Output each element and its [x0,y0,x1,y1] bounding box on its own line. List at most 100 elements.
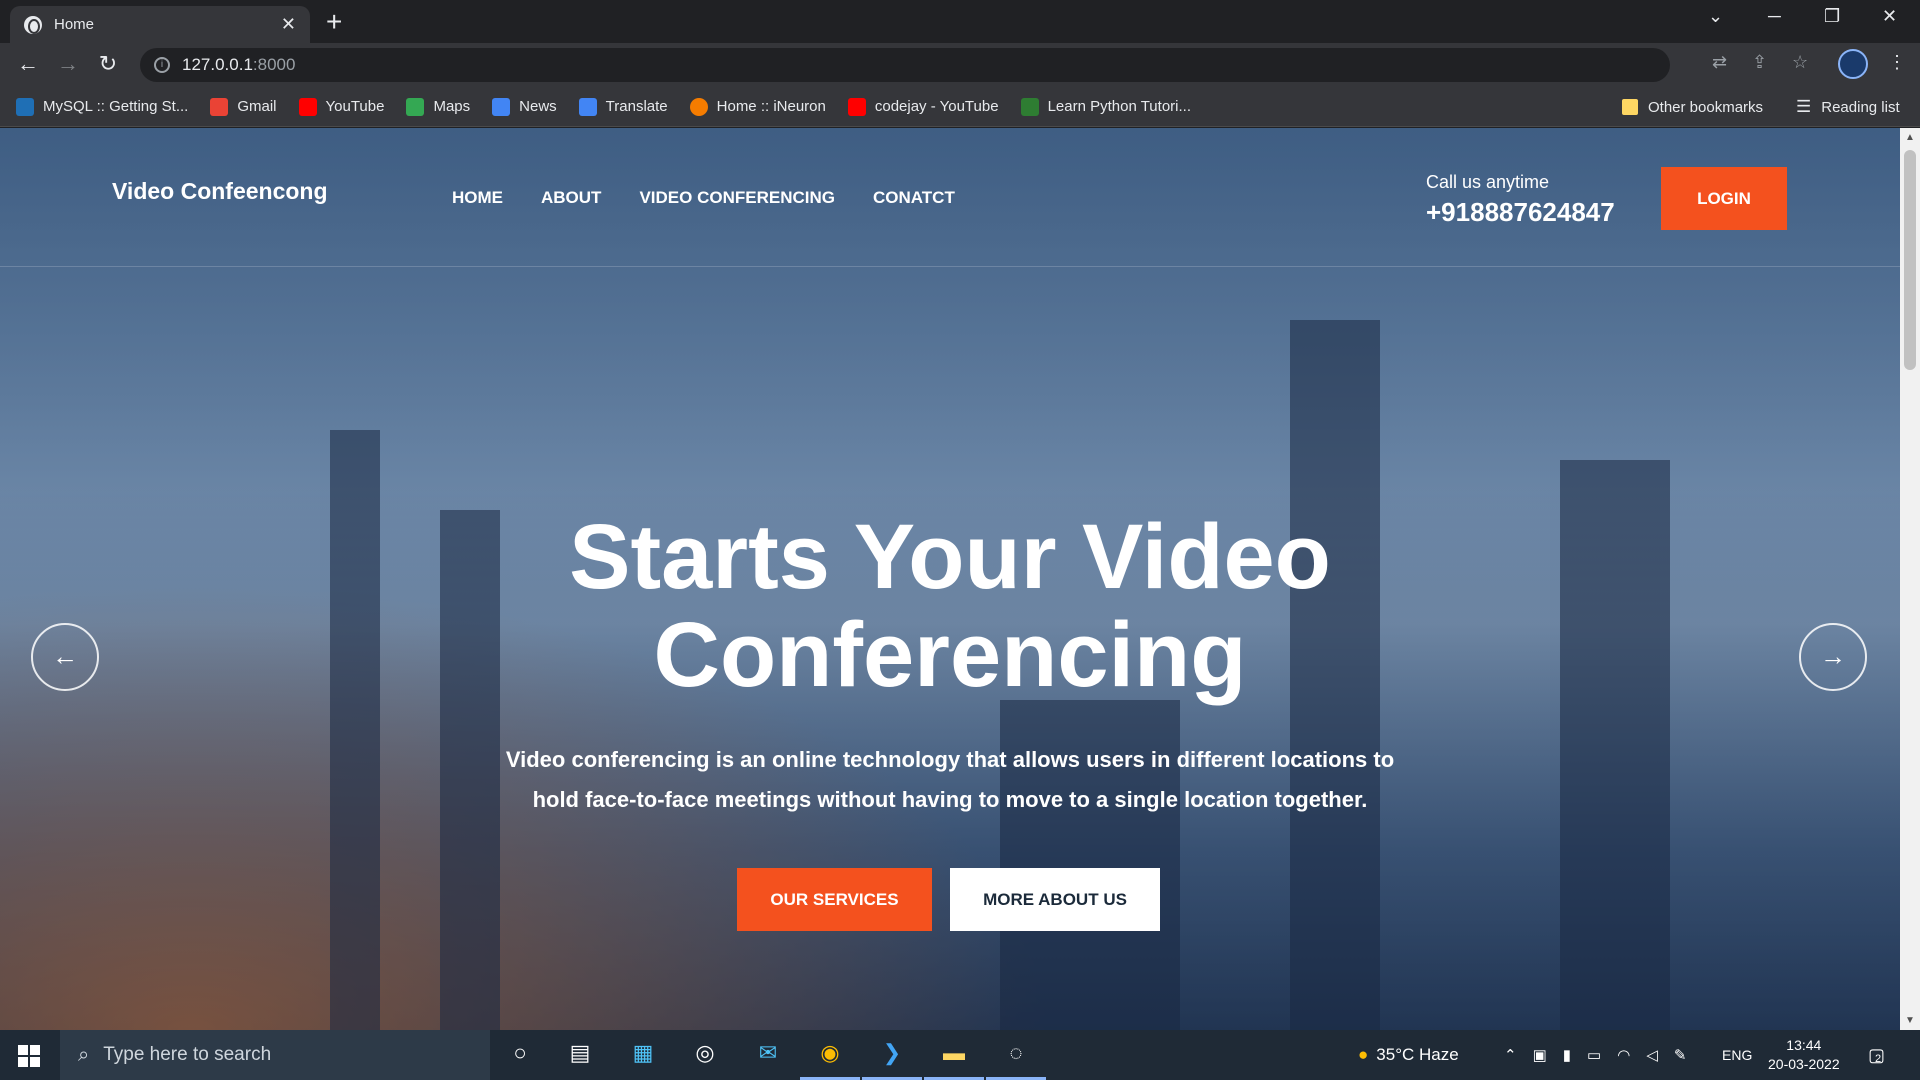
news-icon [492,97,511,116]
bookmark-star-icon[interactable]: ☆ [1792,52,1808,73]
cortana-icon[interactable]: ○ [505,1040,535,1070]
address-bar[interactable]: i 127.0.0.1:8000 [140,48,1670,82]
menu-icon[interactable]: ⋮ [1888,52,1906,73]
nav-video-conferencing[interactable]: VIDEO CONFERENCING [639,188,835,208]
bookmark-label: Translate [605,98,668,115]
obs-icon[interactable]: ◌ [1001,1040,1031,1070]
clock-time: 13:44 [1786,1037,1822,1053]
background-tower [330,430,380,1030]
weather-widget[interactable]: ● 35°C Haze [1358,1030,1459,1080]
other-bookmarks[interactable]: Other bookmarks [1622,87,1763,127]
page-scrollbar[interactable]: ▲ ▼ [1900,128,1920,1030]
site-logo[interactable]: Video Confeencong [112,178,328,205]
bookmark-label: codejay - YouTube [874,98,999,115]
windows-start-icon[interactable] [18,1045,40,1067]
translate-icon[interactable]: ⇄ [1712,52,1727,73]
carousel-prev-button[interactable]: ← [31,623,99,691]
new-tab-button[interactable]: + [326,6,342,38]
volume-icon[interactable]: ◁ [1646,1046,1658,1064]
windows-taskbar: ⌕ Type here to search ○ ▤ ▦ ◎ ✉ ◉ ❯ ▬ ◌ … [0,1030,1920,1080]
bookmark-label: News [519,98,557,115]
tab-search-icon[interactable]: ⌄ [1708,6,1723,27]
other-bookmarks-label: Other bookmarks [1648,98,1764,116]
nav-about[interactable]: ABOUT [541,188,601,208]
profile-avatar[interactable] [1838,49,1868,79]
arrow-left-icon: ← [52,641,78,671]
nav-contact[interactable]: CONATCT [873,188,955,208]
weather-text: 35°C Haze [1376,1045,1459,1064]
notifications-icon[interactable]: ▢ 2 [1868,1030,1885,1080]
bookmark-label: Learn Python Tutori... [1047,98,1191,115]
site-header: Video Confeencong HOME ABOUT VIDEO CONFE… [0,128,1900,267]
carousel-next-button[interactable]: → [1799,623,1867,691]
browser-toolbar: ← → ↻ i 127.0.0.1:8000 ⇄ ⇪ ☆ ⋮ [0,43,1920,87]
language-indicator[interactable]: ENG [1722,1030,1752,1080]
call-label: Call us anytime [1426,172,1550,192]
dell-icon[interactable]: ◎ [690,1040,720,1070]
bookmark-label: YouTube [325,98,385,115]
bookmark-label: Maps [433,98,471,115]
bookmark-youtube[interactable]: YouTube [298,97,385,116]
bookmark-maps[interactable]: Maps [406,97,471,116]
clock[interactable]: 13:44 20-03-2022 [1768,1036,1840,1074]
restore-button[interactable]: ❐ [1824,6,1840,27]
pen-icon[interactable]: ✎ [1674,1046,1687,1064]
vscode-icon[interactable]: ❯ [877,1040,907,1070]
chevron-up-icon[interactable]: ⌃ [1504,1046,1517,1064]
call-info: Call us anytime +918887624847 [1426,172,1615,228]
bookmark-codejay[interactable]: codejay - YouTube [847,97,999,116]
hero-description: Video conferencing is an online technolo… [505,747,1395,812]
bookmark-label: MySQL :: Getting St... [43,98,189,115]
gmail-icon [210,97,229,116]
meet-icon[interactable]: ▣ [1533,1046,1547,1064]
ineuron-icon [689,97,708,116]
file-explorer-icon[interactable]: ▬ [939,1040,969,1070]
close-tab-icon[interactable]: ✕ [281,14,296,35]
maps-icon [406,97,425,116]
bookmark-gmail[interactable]: Gmail [210,97,277,116]
tab-strip: Home ✕ + ⌄ ─ ❐ ✕ [0,0,1920,43]
reload-button[interactable]: ↻ [94,51,122,77]
back-button[interactable]: ← [14,51,42,77]
mysql-icon [16,97,34,116]
hero-title-line-2: Conferencing [653,604,1247,706]
url-text: 127.0.0.1:8000 [182,55,296,74]
minimize-button[interactable]: ─ [1768,6,1781,27]
youtube-icon [298,97,317,116]
arrow-right-icon: → [1820,641,1846,671]
bookmark-translate[interactable]: Translate [578,97,668,116]
microphone-icon[interactable]: ▮ [1563,1046,1571,1064]
bookmark-ineuron[interactable]: Home :: iNeuron [689,97,826,116]
wifi-icon[interactable]: ◠ [1617,1046,1630,1064]
more-about-us-button[interactable]: MORE ABOUT US [950,868,1160,931]
hero-title-line-1: Starts Your Video [569,506,1331,608]
store-icon[interactable]: ▦ [628,1040,658,1070]
clock-date: 20-03-2022 [1768,1056,1840,1072]
our-services-button[interactable]: OUR SERVICES [737,868,932,931]
login-button[interactable]: LOGIN [1661,167,1787,230]
translate-bookmark-icon [578,97,597,116]
tab-home[interactable]: Home ✕ [10,6,310,43]
weather-icon: ● [1358,1045,1369,1064]
task-view-icon[interactable]: ▤ [565,1040,595,1070]
bookmark-news[interactable]: News [492,97,557,116]
browser-window: Home ✕ + ⌄ ─ ❐ ✕ ← → ↻ i 127.0.0.1:8000 … [0,0,1920,1080]
nav-home[interactable]: HOME [452,188,503,208]
mail-icon[interactable]: ✉ [753,1040,783,1070]
bookmark-learn-python[interactable]: Learn Python Tutori... [1020,97,1191,116]
reading-list[interactable]: ☰ Reading list [1796,87,1900,127]
bookmarks-bar: MySQL :: Getting St... Gmail YouTube Map… [0,87,1920,127]
taskbar-search[interactable]: ⌕ Type here to search [60,1030,490,1080]
folder-icon [1622,99,1638,115]
close-window-button[interactable]: ✕ [1882,6,1897,27]
share-icon[interactable]: ⇪ [1752,52,1767,73]
forward-button[interactable]: → [54,51,82,77]
bookmark-mysql[interactable]: MySQL :: Getting St... [16,97,189,116]
battery-icon[interactable]: ▭ [1587,1046,1601,1064]
youtube-icon [847,97,866,116]
scroll-up-icon[interactable]: ▲ [1905,132,1915,143]
site-info-icon[interactable]: i [154,57,170,73]
scroll-down-icon[interactable]: ▼ [1905,1015,1915,1026]
chrome-icon[interactable]: ◉ [815,1040,845,1070]
scrollbar-thumb[interactable] [1904,150,1916,370]
